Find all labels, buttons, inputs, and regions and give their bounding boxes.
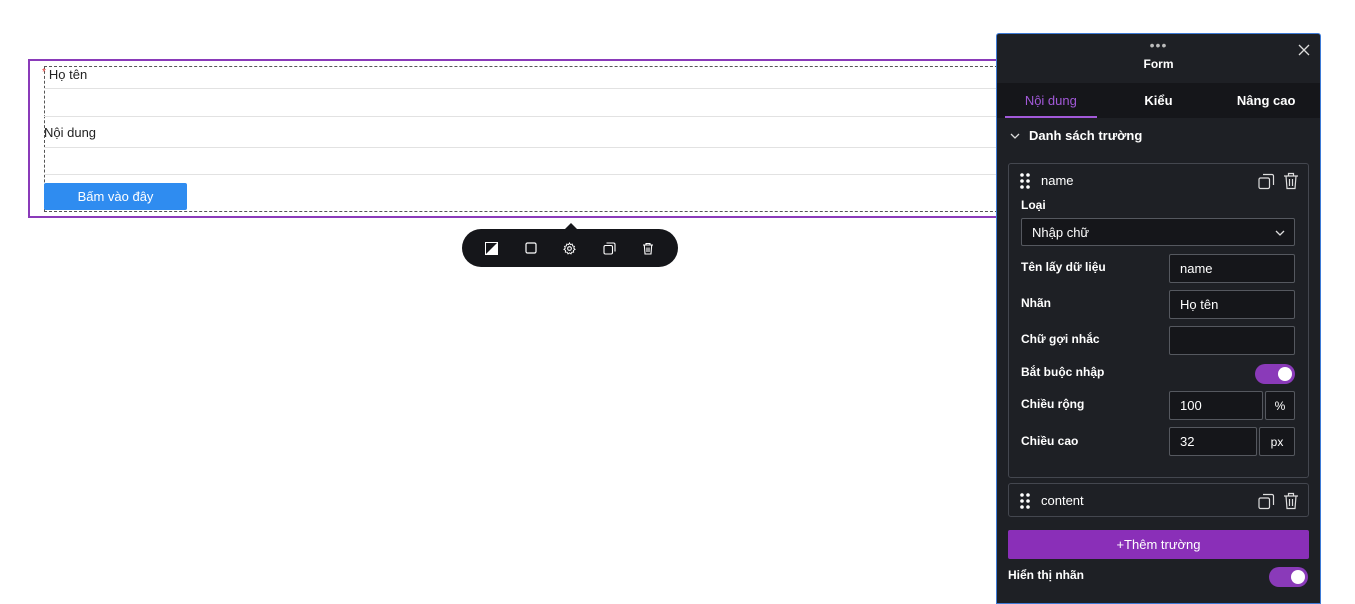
height-unit-select[interactable]: px bbox=[1259, 427, 1295, 456]
copy-icon[interactable] bbox=[1258, 173, 1275, 190]
show-label-toggle[interactable] bbox=[1269, 567, 1308, 587]
field-list-section-header[interactable]: Danh sách trường bbox=[1009, 128, 1142, 143]
plus-icon: + bbox=[1116, 537, 1125, 552]
settings-icon[interactable] bbox=[559, 237, 581, 259]
content-input-top-border bbox=[44, 147, 996, 148]
style-icon[interactable] bbox=[481, 237, 503, 259]
close-icon[interactable] bbox=[1298, 43, 1312, 57]
field-item-name: name Loại Nhập chữ Tên lấy dữ liệu name … bbox=[1008, 163, 1309, 478]
type-select[interactable]: Nhập chữ bbox=[1021, 218, 1295, 246]
field-label-content: Nội dung bbox=[44, 125, 97, 140]
name-input-bottom-border[interactable] bbox=[44, 116, 996, 117]
height-label: Chiều cao bbox=[1021, 434, 1079, 448]
chevron-down-icon bbox=[1274, 227, 1286, 239]
width-unit-select[interactable]: % bbox=[1265, 391, 1295, 420]
form-settings-panel: ••• Form Nội dung Kiểu Nâng cao Danh sác… bbox=[996, 33, 1321, 604]
width-input[interactable]: 100 bbox=[1169, 391, 1263, 420]
type-label: Loại bbox=[1021, 198, 1046, 212]
placeholder-label: Chữ gợi nhắc bbox=[1021, 332, 1100, 346]
name-input-top-border bbox=[44, 88, 996, 89]
field-item-title: name bbox=[1041, 173, 1074, 188]
element-toolbar bbox=[462, 223, 678, 267]
add-field-button[interactable]: + Thêm trường bbox=[1008, 530, 1309, 559]
add-field-label: Thêm trường bbox=[1124, 537, 1201, 552]
tab-style[interactable]: Kiểu bbox=[1105, 83, 1213, 118]
section-title: Danh sách trường bbox=[1029, 128, 1143, 143]
field-label-name: * Họ tên bbox=[42, 67, 87, 82]
box-icon[interactable] bbox=[520, 237, 542, 259]
drag-handle-icon[interactable] bbox=[1019, 492, 1031, 510]
field-item-title: content bbox=[1041, 493, 1084, 508]
submit-button[interactable]: Bấm vào đây bbox=[44, 183, 187, 210]
show-label-text: Hiển thị nhãn bbox=[1008, 568, 1084, 582]
width-label: Chiều rộng bbox=[1021, 397, 1085, 411]
trash-icon[interactable] bbox=[1283, 492, 1300, 510]
data-name-input[interactable]: name bbox=[1169, 254, 1295, 283]
duplicate-icon[interactable] bbox=[598, 237, 620, 259]
toggle-knob bbox=[1278, 367, 1292, 381]
data-name-label: Tên lấy dữ liệu bbox=[1021, 260, 1106, 274]
placeholder-input[interactable] bbox=[1169, 326, 1295, 355]
field-item-content[interactable]: content bbox=[1008, 483, 1309, 517]
panel-title: Form bbox=[1143, 57, 1174, 71]
drag-handle-dots[interactable]: ••• bbox=[997, 37, 1320, 53]
required-label: Bắt buộc nhập bbox=[1021, 365, 1105, 379]
delete-icon[interactable] bbox=[637, 237, 659, 259]
toggle-knob bbox=[1291, 570, 1305, 584]
required-mark: * bbox=[42, 67, 46, 78]
chevron-down-icon bbox=[1009, 130, 1021, 142]
content-input-bottom-border[interactable] bbox=[44, 174, 996, 175]
field-label-name-text: Họ tên bbox=[48, 67, 88, 82]
type-select-value: Nhập chữ bbox=[1032, 225, 1090, 240]
copy-icon[interactable] bbox=[1258, 493, 1275, 510]
height-input[interactable]: 32 bbox=[1169, 427, 1257, 456]
panel-tabs: Nội dung Kiểu Nâng cao bbox=[997, 83, 1320, 118]
drag-handle-icon[interactable] bbox=[1019, 172, 1031, 190]
tab-advanced[interactable]: Nâng cao bbox=[1212, 83, 1320, 118]
tab-content[interactable]: Nội dung bbox=[997, 83, 1105, 118]
label-input[interactable]: Họ tên bbox=[1169, 290, 1295, 319]
trash-icon[interactable] bbox=[1283, 172, 1300, 190]
field-item-header[interactable]: name bbox=[1009, 164, 1308, 198]
label-label: Nhãn bbox=[1021, 296, 1051, 310]
required-toggle[interactable] bbox=[1255, 364, 1295, 384]
